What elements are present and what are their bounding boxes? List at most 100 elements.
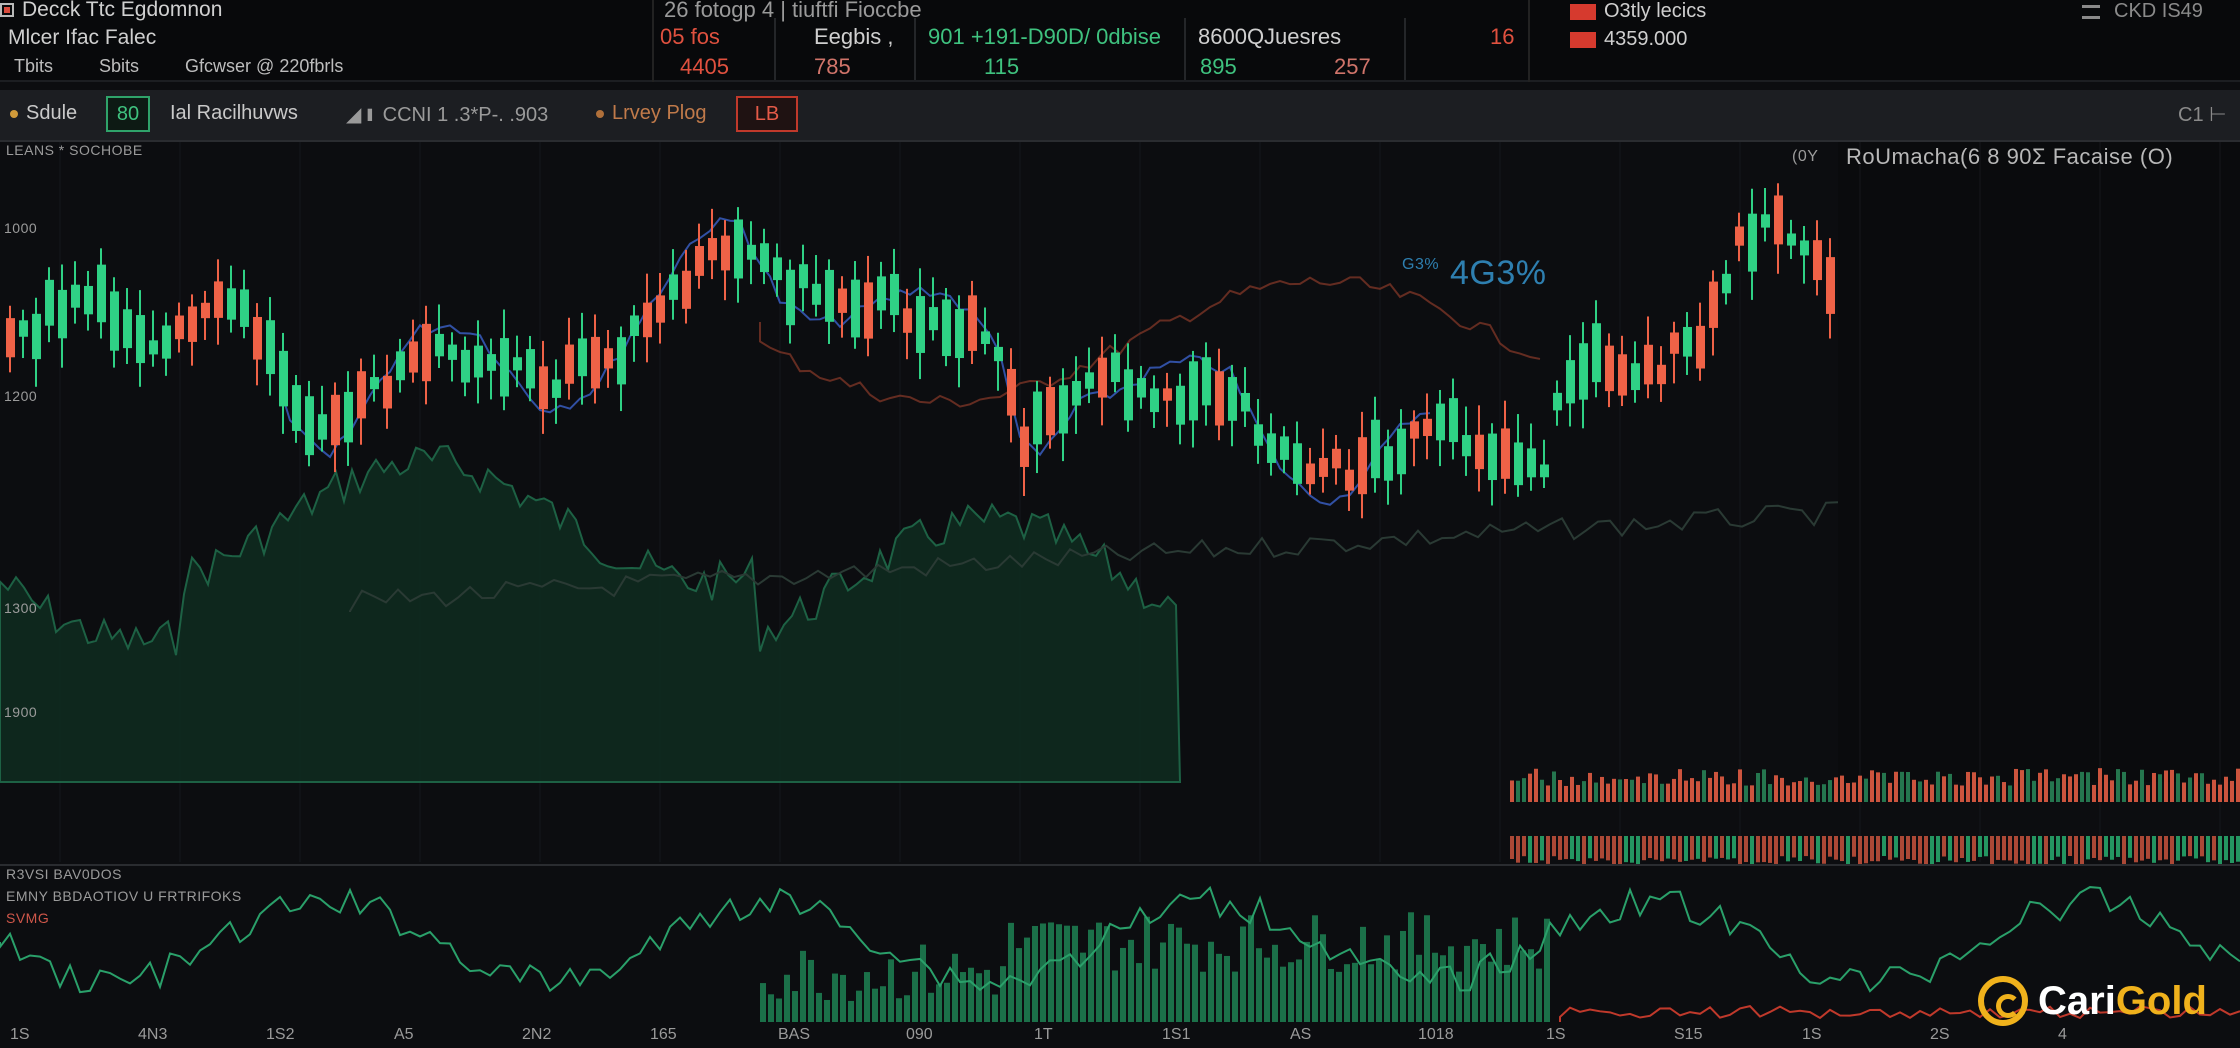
lower-volume-bar — [1528, 949, 1534, 1022]
toolbar-item-scale[interactable]: Sdule — [10, 102, 77, 125]
volume-bar — [1834, 777, 1838, 802]
candle-body — [435, 333, 444, 357]
volume-bar — [1882, 836, 1886, 857]
lower-volume-bar — [1104, 926, 1110, 1022]
tab-1[interactable]: Sbits — [99, 56, 139, 77]
volume-bar — [2104, 836, 2108, 857]
instrument-title-row: Decck Ttc Egdomnon — [0, 0, 222, 22]
volume-bar — [1774, 775, 1778, 802]
quote-row2-0: 4405 — [680, 54, 729, 79]
replay-dot-icon — [596, 109, 604, 118]
volume-bar — [2110, 836, 2114, 860]
volume-bar — [1756, 772, 1760, 802]
volume-bar — [1960, 836, 1964, 859]
lower-volume-bar — [1304, 941, 1310, 1022]
candle-body — [84, 285, 93, 315]
instrument-subtitle: Mlcer Ifac Falec — [8, 26, 156, 50]
volume-bar — [1516, 836, 1520, 863]
lower-volume-bar — [872, 988, 878, 1022]
volume-bar — [2134, 780, 2138, 802]
volume-bar — [2008, 785, 2012, 802]
account-corner[interactable]: CKD IS49 — [2082, 0, 2203, 23]
toolbar-item-compare[interactable]: ◢ 𝅛 CCNI 1 .3*P-. .903 — [346, 102, 548, 127]
toolbar-item-indicators[interactable]: Ial Racilhuvws — [170, 102, 298, 125]
time-axis-tick: 1S — [1546, 1026, 1566, 1043]
time-axis-tick: 1018 — [1418, 1026, 1454, 1043]
candle-body — [1410, 421, 1419, 439]
lower-volume-bar — [968, 967, 974, 1022]
volume-bar — [1942, 776, 1946, 802]
volume-bar — [1726, 784, 1730, 802]
volume-bar — [2038, 836, 2042, 864]
candle-body — [1436, 403, 1445, 441]
quote-cell-1[interactable]: Eegbis , — [814, 24, 894, 50]
volume-bar — [1942, 836, 1946, 857]
right-small-label: (0Y — [1792, 148, 1819, 165]
volume-bar — [1702, 836, 1706, 862]
time-axis-tick: 1S — [10, 1026, 30, 1043]
candle-body — [786, 269, 795, 326]
price-chart[interactable] — [0, 142, 2240, 1048]
volume-bar — [1984, 836, 1988, 857]
quote-cell-2[interactable]: 901 +191-D90D/ 0dbise — [928, 24, 1161, 50]
candle-body — [1501, 428, 1510, 479]
volume-bar — [1846, 836, 1850, 866]
toolbar-alert-box[interactable]: LB — [736, 96, 798, 132]
candle-body — [422, 323, 431, 382]
chart-area[interactable]: LEANS * SOCHOBE 1000 1200 1300 1900 (0Y … — [0, 142, 2240, 1048]
filter-icon[interactable] — [2082, 4, 2100, 19]
tab-0[interactable]: Tbits — [14, 56, 53, 77]
time-axis-tick: 1S2 — [266, 1026, 295, 1043]
lower-label-3: SVMG — [6, 910, 50, 926]
time-axis-tick: 1T — [1034, 1026, 1053, 1043]
quote-cell-4[interactable]: 16 — [1490, 24, 1514, 50]
toolbar-interval-box[interactable]: 80 — [106, 96, 150, 132]
volume-bar — [2116, 769, 2120, 802]
candle-body — [487, 354, 496, 371]
volume-bar — [2068, 836, 2072, 857]
volume-bar — [1762, 836, 1766, 863]
candle-body — [968, 295, 977, 351]
quote-cell-3[interactable]: 8600QJuesres — [1198, 24, 1341, 50]
volume-bar — [1786, 836, 1790, 862]
lower-volume-bar — [776, 998, 782, 1022]
lower-volume-bar — [1272, 944, 1278, 1022]
tab-2[interactable]: Gfcwser @ 220fbrls — [185, 56, 343, 77]
lower-volume-bar — [1016, 948, 1022, 1022]
volume-bar — [2206, 783, 2210, 802]
axis-tick-left: 1200 — [4, 388, 38, 404]
candle-body — [1007, 368, 1016, 416]
volume-bar — [2188, 777, 2192, 802]
volume-bar — [1912, 779, 1916, 802]
lower-volume-bar — [1336, 971, 1342, 1022]
volume-bar — [1912, 836, 1916, 860]
candle-body — [669, 274, 678, 300]
lower-volume-bar — [1208, 941, 1214, 1022]
volume-bar — [2062, 836, 2066, 866]
toolbar-item-replay[interactable]: Lrvey Plog — [596, 102, 707, 125]
candle-body — [1098, 357, 1107, 398]
candle-body — [994, 346, 1003, 362]
volume-bar — [1672, 836, 1676, 860]
quote-row2-2: 115 — [984, 54, 1020, 79]
volume-bar — [2182, 782, 2186, 802]
candle-body — [1280, 436, 1289, 460]
toolbar-right-item[interactable]: C1 ⊢ — [2178, 102, 2227, 127]
candle-body — [1527, 448, 1536, 478]
volume-bar — [2044, 769, 2048, 802]
quote-cell-0[interactable]: 05 fos — [660, 24, 720, 50]
candle-body — [1787, 233, 1796, 246]
candle-body — [1826, 257, 1835, 314]
lower-volume-bar — [1520, 950, 1526, 1022]
volume-bar — [1696, 781, 1700, 802]
volume-bar — [1594, 782, 1598, 802]
account-panel: O3tly lecics 4359.000 CKD IS49 — [1560, 0, 2240, 82]
volume-bar — [1636, 776, 1640, 802]
candle-body — [1592, 323, 1601, 383]
lower-volume-bar — [1192, 944, 1198, 1022]
volume-bar — [1582, 781, 1586, 802]
volume-bar — [1846, 783, 1850, 802]
volume-bar — [1780, 777, 1784, 802]
lower-volume-bar — [1248, 915, 1254, 1022]
candle-body — [1020, 426, 1029, 467]
